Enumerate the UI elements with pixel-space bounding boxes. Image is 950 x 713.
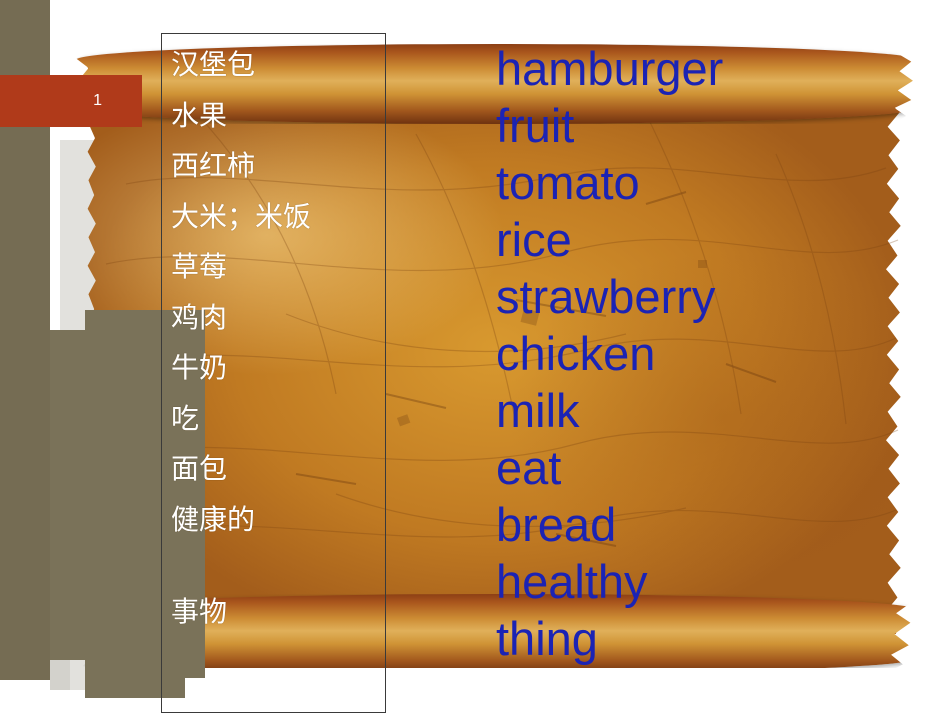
chinese-word-item: 面包 xyxy=(171,452,228,485)
slide-number-banner: 1 xyxy=(0,75,142,127)
english-word-item: bread xyxy=(496,498,617,551)
english-word-item: healthy xyxy=(496,555,648,608)
english-word-item: chicken xyxy=(496,327,656,380)
chinese-word-item: 大米；米饭 xyxy=(171,199,312,233)
chinese-word-item: 鸡肉 xyxy=(171,300,228,334)
chinese-word-item: 吃 xyxy=(171,401,200,435)
chinese-word-item: 健康的 xyxy=(171,502,256,536)
english-word-item: tomato xyxy=(496,156,640,209)
chinese-word-item: 西红柿 xyxy=(171,149,256,182)
english-word-item: hamburger xyxy=(496,42,724,95)
decor-olive-block-mid xyxy=(50,330,90,660)
decor-top-white-strip xyxy=(50,0,950,18)
chinese-word-column: 汉堡包 水果 西红柿 大米；米饭 草莓 鸡肉 牛奶 吃 面包 健康的 事物 xyxy=(171,40,386,638)
slide-number-label: 1 xyxy=(93,92,102,109)
chinese-word-item: 牛奶 xyxy=(171,351,228,384)
english-word-item: eat xyxy=(496,441,562,494)
chinese-word-item: 汉堡包 xyxy=(171,48,256,81)
english-word-item: rice xyxy=(496,213,572,266)
chinese-word-item: 草莓 xyxy=(171,250,228,283)
english-word-item: thing xyxy=(496,612,598,665)
english-word-item: fruit xyxy=(496,99,575,152)
chinese-word-item: 水果 xyxy=(171,98,228,132)
english-word-item: strawberry xyxy=(496,270,716,323)
english-word-item: milk xyxy=(496,384,580,437)
slide-canvas: 1 汉堡包 水果 西红柿 大米；米饭 草莓 鸡肉 牛奶 吃 面包 健康的 事物 … xyxy=(0,0,950,713)
english-word-column: hamburger fruit tomato rice strawberry c… xyxy=(496,40,916,667)
chinese-word-item: 事物 xyxy=(171,595,228,628)
